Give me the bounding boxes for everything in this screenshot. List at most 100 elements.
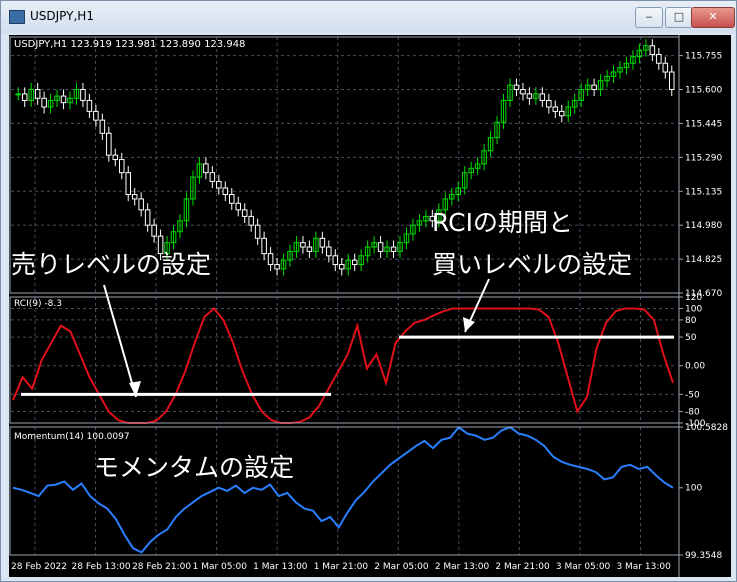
candle-body (99, 119, 106, 134)
y-tick-label: 114.825 (685, 255, 722, 265)
y-tick-label: 115.135 (685, 187, 722, 197)
close-button[interactable]: ✕ (691, 7, 735, 28)
y-tick-label: 100 (685, 304, 702, 314)
candle-body (377, 242, 384, 252)
candle-body (144, 209, 151, 226)
candle-body (649, 45, 656, 56)
candle-body (513, 84, 520, 91)
candle-body (261, 237, 267, 255)
x-tick-label: 2 Mar 05:00 (374, 562, 429, 572)
candle-body (351, 259, 358, 266)
chart-window-icon (9, 10, 25, 24)
candle-body (254, 224, 261, 239)
x-tick-label: 1 Mar 21:00 (314, 562, 369, 572)
y-tick-label: 0.00 (685, 362, 705, 372)
candle-body (526, 93, 533, 99)
y-tick-label: 115.600 (685, 86, 722, 96)
y-tick-label: 100 (685, 484, 702, 494)
candle-body (60, 95, 67, 104)
candle-body (80, 89, 86, 101)
candle-body (662, 62, 669, 73)
y-tick-label: 115.755 (685, 52, 722, 62)
symbol-info: USDJPY,H1 123.919 123.981 123.890 123.94… (14, 39, 245, 50)
annotation-buy-level: 買いレベルの設定 (432, 250, 632, 279)
y-tick-label: 80 (685, 316, 697, 326)
candle-body (248, 215, 254, 226)
title-bar[interactable]: USDJPY,H1 ‒ □ ✕ (1, 1, 736, 33)
y-tick-label: -50 (685, 390, 700, 400)
candle-body (131, 194, 138, 200)
x-tick-label: 3 Mar 13:00 (616, 562, 671, 572)
y-tick-label: 50 (685, 333, 697, 343)
candle-body (229, 194, 235, 204)
annotation-rci-period: RCIの期間と (432, 208, 573, 237)
candle-body (93, 110, 99, 121)
sell-level-arrow (103, 284, 137, 398)
candle-body (241, 209, 248, 217)
candle-body (319, 237, 326, 248)
x-tick-label: 28 Feb 21:00 (132, 562, 191, 572)
annotation-sell-level: 売りレベルの設定 (11, 250, 211, 279)
rci-title: RCI(9) -8.3 (14, 299, 62, 309)
candle-body (332, 255, 339, 266)
momentum-title: Momentum(14) 100.0097 (14, 432, 130, 442)
candle-body (112, 154, 119, 161)
candle-body (539, 93, 546, 101)
candle-body (552, 106, 559, 112)
candle-body (326, 246, 332, 257)
x-tick-label: 1 Mar 13:00 (253, 562, 308, 572)
candle-body (339, 264, 345, 270)
candle-body (209, 172, 216, 182)
candle-body (203, 163, 209, 174)
axes: 28 Feb 2022 28 Feb 13:00 28 Feb 21:00 1 Mar… (9, 35, 728, 577)
candle-body (267, 253, 274, 266)
y-tick-label: 99.3548 (685, 551, 722, 561)
chart-window: USDJPY,H1 ‒ □ ✕ 28 Feb 2022 28 Feb 13:00 2… (0, 0, 737, 582)
window-title: USDJPY,H1 (30, 9, 94, 23)
candle-body (300, 242, 306, 248)
buy-level-arrowhead (463, 317, 475, 332)
candle-body (546, 99, 552, 108)
candle-body (222, 187, 229, 196)
chart-svg[interactable]: 28 Feb 2022 28 Feb 13:00 28 Feb 21:00 1 Mar… (9, 35, 731, 577)
y-tick-label: -80 (685, 408, 700, 418)
candle-body (216, 180, 222, 189)
momentum-indicator (12, 425, 674, 554)
candle-body (151, 224, 157, 237)
candle-body (306, 246, 313, 252)
candle-body (125, 172, 132, 196)
x-tick-label: 3 Mar 05:00 (556, 562, 611, 572)
candle-body (235, 202, 241, 211)
candle-body (591, 84, 597, 91)
x-tick-label: 1 Mar 05:00 (193, 562, 248, 572)
x-tick-label: 2 Mar 13:00 (435, 562, 490, 572)
momentum-line (12, 425, 674, 554)
candle-body (669, 71, 675, 91)
maximize-button[interactable]: □ (665, 7, 693, 28)
pane-border (9, 426, 680, 556)
candle-body (15, 93, 21, 96)
y-tick-label: 120 (685, 293, 702, 303)
y-tick-label: 114.980 (685, 221, 722, 231)
candle-body (106, 132, 112, 156)
y-tick-label: 115.290 (685, 153, 722, 163)
y-tick-label: 115.445 (685, 119, 722, 129)
annotation-momentum: モメンタムの設定 (94, 453, 294, 482)
candle-body (86, 99, 93, 112)
candle-body (119, 159, 125, 174)
y-tick-label: 100.5828 (685, 423, 728, 433)
candle-body (559, 110, 565, 117)
x-tick-label: 28 Feb 2022 (11, 562, 67, 572)
candle-body (34, 89, 41, 99)
candle-body (520, 89, 526, 95)
chart-area[interactable]: 28 Feb 2022 28 Feb 13:00 28 Feb 21:00 1 Mar… (9, 35, 731, 577)
candle-body (138, 198, 144, 211)
x-tick-label: 28 Feb 13:00 (72, 562, 131, 572)
x-tick-label: 2 Mar 21:00 (495, 562, 550, 572)
candle-body (656, 54, 662, 64)
minimize-button[interactable]: ‒ (635, 7, 663, 28)
candle-body (21, 93, 28, 101)
candle-body (390, 246, 397, 252)
candle-body (41, 97, 47, 108)
candle-body (274, 264, 280, 270)
